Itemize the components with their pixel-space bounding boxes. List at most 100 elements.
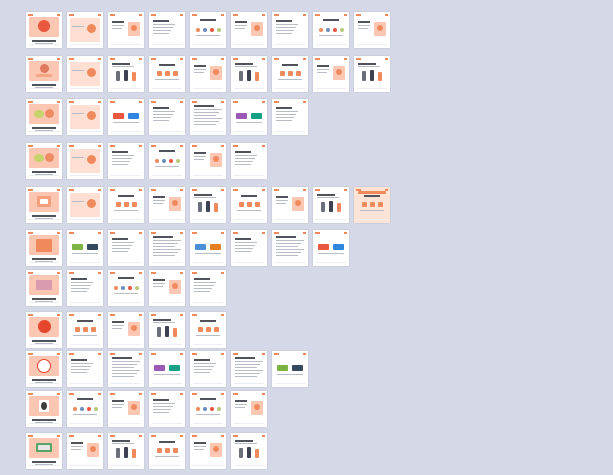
- section-title-slide-thumbnail[interactable]: [26, 12, 62, 48]
- brand-logo-icon: [356, 14, 361, 16]
- page-number-mark: [221, 271, 224, 274]
- slide-thumbnail[interactable]: [231, 351, 267, 387]
- slide-thumbnail[interactable]: [149, 433, 185, 469]
- slide-thumbnail[interactable]: [149, 270, 185, 306]
- slide-thumbnail[interactable]: [190, 56, 226, 92]
- brand-logo-icon: [274, 58, 279, 60]
- slide-thumbnail[interactable]: [149, 187, 185, 223]
- section-title-slide-thumbnail[interactable]: [26, 99, 62, 135]
- slide-thumbnail[interactable]: [108, 56, 144, 92]
- slide-thumbnail[interactable]: [272, 351, 308, 387]
- brand-logo-icon: [151, 14, 156, 16]
- slide-thumbnail[interactable]: [149, 99, 185, 135]
- slide-thumbnail[interactable]: [190, 391, 226, 427]
- slide-thumbnail[interactable]: [67, 99, 103, 135]
- slide-thumbnail[interactable]: [108, 12, 144, 48]
- slide-thumbnail[interactable]: [190, 433, 226, 469]
- slide-thumbnail[interactable]: [149, 12, 185, 48]
- brand-logo-icon: [274, 232, 279, 234]
- slide-thumbnail[interactable]: [67, 230, 103, 266]
- section-title-slide-thumbnail[interactable]: [26, 270, 62, 306]
- slide-thumbnail[interactable]: [272, 187, 308, 223]
- slide-thumbnail[interactable]: [231, 391, 267, 427]
- slide-thumbnail[interactable]: [231, 12, 267, 48]
- slide-thumbnail[interactable]: [231, 99, 267, 135]
- page-number-mark: [98, 100, 101, 103]
- slide-thumbnail[interactable]: [108, 312, 144, 348]
- slide-thumbnail[interactable]: [108, 99, 144, 135]
- slide-thumbnail[interactable]: [354, 187, 390, 223]
- slide-thumbnail[interactable]: [149, 391, 185, 427]
- slide-thumbnail[interactable]: [108, 143, 144, 179]
- slide-thumbnail[interactable]: [149, 143, 185, 179]
- section-title-slide-thumbnail[interactable]: [26, 351, 62, 387]
- page-number-mark: [180, 231, 183, 234]
- slide-thumbnail[interactable]: [354, 56, 390, 92]
- slide-thumbnail[interactable]: [67, 143, 103, 179]
- section-title-slide-thumbnail[interactable]: [26, 433, 62, 469]
- slide-thumbnail[interactable]: [231, 187, 267, 223]
- slide-thumbnail[interactable]: [108, 351, 144, 387]
- slide-thumbnail[interactable]: [190, 270, 226, 306]
- page-number-mark: [262, 352, 265, 355]
- slide-thumbnail[interactable]: [67, 312, 103, 348]
- slide-thumbnail[interactable]: [190, 187, 226, 223]
- slide-thumbnail[interactable]: [272, 56, 308, 92]
- slide-thumbnail[interactable]: [272, 12, 308, 48]
- brand-logo-icon: [28, 101, 33, 103]
- slide-thumbnail[interactable]: [231, 433, 267, 469]
- slide-thumbnail[interactable]: [190, 312, 226, 348]
- slide-thumbnail[interactable]: [190, 99, 226, 135]
- slide-thumbnail[interactable]: [313, 56, 349, 92]
- slide-thumbnail[interactable]: [67, 391, 103, 427]
- slide-thumbnail[interactable]: [67, 56, 103, 92]
- slide-thumbnail[interactable]: [313, 187, 349, 223]
- section-title-slide-thumbnail[interactable]: [26, 312, 62, 348]
- brand-logo-icon: [192, 145, 197, 147]
- slide-thumbnail[interactable]: [67, 270, 103, 306]
- brand-logo-icon: [192, 232, 197, 234]
- slide-thumbnail[interactable]: [313, 12, 349, 48]
- slide-thumbnail[interactable]: [231, 143, 267, 179]
- page-number-mark: [98, 434, 101, 437]
- slide-thumbnail[interactable]: [67, 433, 103, 469]
- slide-thumbnail[interactable]: [108, 270, 144, 306]
- section-title-slide-thumbnail[interactable]: [26, 143, 62, 179]
- slide-thumbnail[interactable]: [149, 56, 185, 92]
- brand-logo-icon: [233, 353, 238, 355]
- slide-thumbnail[interactable]: [231, 230, 267, 266]
- slide-thumbnail[interactable]: [149, 351, 185, 387]
- brand-logo-icon: [69, 232, 74, 234]
- slide-thumbnail[interactable]: [149, 230, 185, 266]
- slide-thumbnail[interactable]: [108, 187, 144, 223]
- slide-thumbnail[interactable]: [67, 351, 103, 387]
- page-number-mark: [221, 392, 224, 395]
- section-title-slide-thumbnail[interactable]: [26, 391, 62, 427]
- section-title-slide-thumbnail[interactable]: [26, 56, 62, 92]
- slide-thumbnail[interactable]: [272, 230, 308, 266]
- slide-thumbnail[interactable]: [108, 391, 144, 427]
- section-title-slide-thumbnail[interactable]: [26, 187, 62, 223]
- slide-thumbnail[interactable]: [149, 312, 185, 348]
- slide-thumbnail[interactable]: [67, 187, 103, 223]
- page-number-mark: [57, 57, 60, 60]
- brand-logo-icon: [28, 14, 33, 16]
- brand-logo-icon: [151, 232, 156, 234]
- slide-thumbnail[interactable]: [108, 433, 144, 469]
- slide-thumbnail[interactable]: [190, 230, 226, 266]
- brand-logo-icon: [110, 232, 115, 234]
- brand-logo-icon: [69, 353, 74, 355]
- slide-thumbnail[interactable]: [313, 230, 349, 266]
- slide-thumbnail[interactable]: [231, 56, 267, 92]
- slide-thumbnail[interactable]: [190, 351, 226, 387]
- slide-thumbnail[interactable]: [67, 12, 103, 48]
- slide-thumbnail[interactable]: [272, 99, 308, 135]
- slide-thumbnail[interactable]: [190, 12, 226, 48]
- slide-thumbnail[interactable]: [108, 230, 144, 266]
- slide-thumbnail[interactable]: [354, 12, 390, 48]
- brand-logo-icon: [233, 14, 238, 16]
- slide-thumbnail[interactable]: [190, 143, 226, 179]
- slide-row: [26, 312, 231, 350]
- section-title-slide-thumbnail[interactable]: [26, 230, 62, 266]
- page-number-mark: [139, 231, 142, 234]
